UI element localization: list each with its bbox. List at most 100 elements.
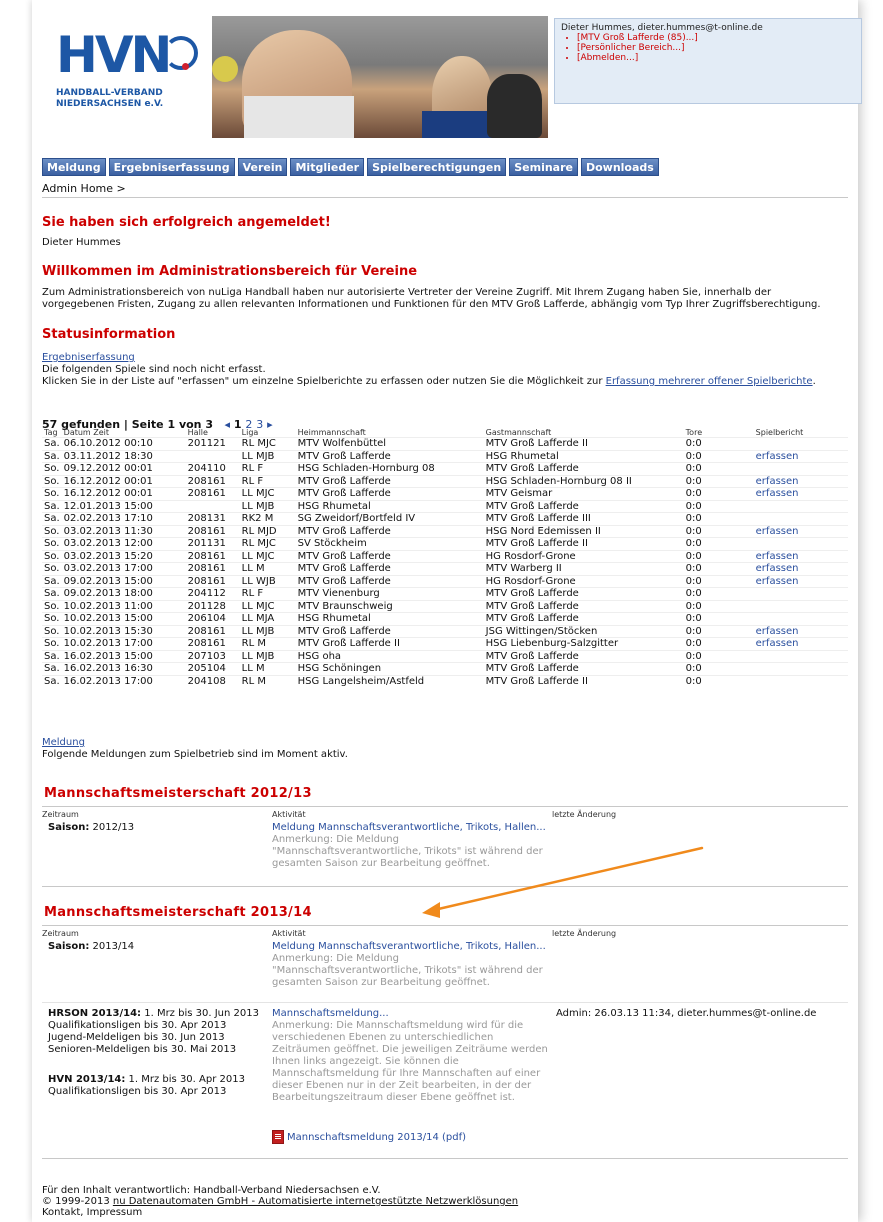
nav-ergebniserfassung[interactable]: Ergebniserfassung: [108, 158, 235, 176]
cell-spielbericht[interactable]: erfassen: [753, 637, 848, 650]
cell-spielbericht[interactable]: erfassen: [753, 449, 848, 463]
cell-tore: 0:0: [683, 449, 754, 463]
cell-spielbericht[interactable]: erfassen: [753, 562, 848, 575]
hrson-line-3: Jugend-Meldeligen bis 30. Jun 2013: [48, 1032, 225, 1043]
ms1213-col-aktivitaet: Aktivität: [272, 810, 306, 819]
logo-ball-icon: [182, 63, 189, 70]
nav-downloads[interactable]: Downloads: [580, 158, 659, 176]
cell-gast: HSG Liebenburg-Salzgitter: [483, 637, 684, 650]
ms1213-activity-link[interactable]: Meldung Mannschaftsverantwortliche, Trik…: [272, 822, 546, 834]
cell-spielbericht[interactable]: erfassen: [753, 474, 848, 488]
ms1314-activity-link[interactable]: Meldung Mannschaftsverantwortliche, Trik…: [272, 941, 546, 953]
cell-halle: 208161: [185, 624, 240, 638]
cell-tore: 0:0: [683, 612, 754, 625]
table-row: So. 03.02.2013 17:00 208161 LL M MTV Groß La…: [42, 562, 848, 575]
ms1213-note-1: Anmerkung: Die Meldung: [272, 834, 399, 845]
cell-liga: RL MJC: [239, 437, 296, 450]
mm-note-5: Mannschaftsmeldung für Ihre Mannschaften…: [272, 1068, 541, 1079]
status-line-2-end: .: [812, 376, 816, 387]
col-halle: Halle: [187, 428, 208, 437]
hvn-label: HVN 2013/14:: [48, 1074, 126, 1085]
mannschaftsmeldung-link[interactable]: Mannschaftsmeldung...: [272, 1008, 389, 1020]
cell-spielbericht: [753, 599, 848, 613]
ms1314-title: Mannschaftsmeisterschaft 2013/14: [44, 905, 312, 920]
status-title: Statusinformation: [42, 327, 176, 342]
cell-tag: Sa.: [42, 649, 62, 663]
ms1314-saison: Saison: 2013/14: [48, 941, 134, 953]
cell-halle: 208131: [185, 512, 240, 525]
pdf-link[interactable]: Mannschaftsmeldung 2013/14 (pdf): [272, 1130, 466, 1144]
success-title: Sie haben sich erfolgreich angemeldet!: [42, 215, 331, 230]
user-name: Dieter Hummes: [42, 237, 121, 248]
table-row: So. 10.02.2013 15:30 208161 LL MJB MTV Groß …: [42, 624, 848, 638]
status-line-1: Die folgenden Spiele sind noch nicht erf…: [42, 364, 266, 375]
cell-spielbericht[interactable]: erfassen: [753, 624, 848, 638]
col-gast: Gastmannschaft: [485, 428, 552, 437]
cell-halle: 208161: [185, 487, 240, 500]
logo-text: HVN: [56, 26, 172, 84]
player-shirt-image-2: [422, 111, 492, 138]
cell-halle: 204108: [185, 674, 240, 687]
mm-note-4: Ihnen links angezeigt. Sie können die: [272, 1056, 459, 1067]
cell-tore: 0:0: [683, 637, 754, 650]
cell-gast: HG Rosdorf-Grone: [483, 574, 684, 588]
ms1314-saison-value: 2013/14: [92, 941, 135, 952]
cell-tag: Sa.: [42, 587, 62, 600]
footer: Für den Inhalt verantwortlich: Handball-…: [42, 1185, 518, 1218]
cell-spielbericht[interactable]: erfassen: [753, 549, 848, 563]
cell-spielbericht: [753, 649, 848, 663]
breadcrumb[interactable]: Admin Home >: [42, 182, 126, 195]
cell-datum: 03.02.2013 11:30: [61, 524, 186, 538]
ms1314-saison-label: Saison:: [48, 941, 90, 952]
cell-gast: MTV Groß Lafferde II: [483, 537, 684, 550]
cell-halle: 208161: [185, 562, 240, 575]
nav-spielberechtigungen[interactable]: Spielberechtigungen: [367, 158, 507, 176]
cell-tore: 0:0: [683, 437, 754, 450]
hvn-logo[interactable]: HVN HANDBALL-VERBAND NIEDERSACHSEN e.V.: [42, 18, 198, 148]
cell-liga: RL M: [239, 637, 296, 650]
ergebniserfassung-link[interactable]: Ergebniserfassung: [42, 352, 135, 364]
nav-meldung[interactable]: Meldung: [42, 158, 106, 176]
handball-image: [212, 56, 238, 82]
hrson-line-4: Senioren-Meldeligen bis 30. Mai 2013: [48, 1044, 237, 1055]
table-row: Sa. 02.02.2013 17:10 208131 RK2 M SG Zweidor…: [42, 512, 848, 525]
meldung-link[interactable]: Meldung: [42, 737, 85, 749]
table-row: So. 10.02.2013 15:00 206104 LL MJA HSG Rhume…: [42, 612, 848, 625]
cell-spielbericht[interactable]: erfassen: [753, 524, 848, 538]
logo-sub-line1: HANDBALL-VERBAND: [56, 88, 163, 98]
cell-tore: 0:0: [683, 487, 754, 500]
cell-spielbericht[interactable]: erfassen: [753, 487, 848, 500]
cell-halle: 208161: [185, 474, 240, 488]
hvn-value: 1. Mrz bis 30. Apr 2013: [128, 1074, 245, 1085]
player-image-3: [487, 74, 542, 138]
cell-halle: 201128: [185, 599, 240, 613]
footer-contact[interactable]: Kontakt, Impressum: [42, 1207, 518, 1218]
mm-note-3: Zeiträumen geöffnet. Die jeweiligen Zeit…: [272, 1044, 548, 1055]
cell-tag: Sa.: [42, 662, 62, 675]
cell-spielbericht[interactable]: erfassen: [753, 574, 848, 588]
nav-mitglieder[interactable]: Mitglieder: [290, 158, 365, 176]
ms1213-saison-label: Saison:: [48, 822, 90, 833]
cell-tag: Sa.: [42, 499, 62, 513]
club-link[interactable]: [MTV Groß Lafferde (85)...]: [577, 33, 698, 43]
cell-liga: RL MJD: [239, 524, 296, 538]
logout-link[interactable]: [Abmelden...]: [577, 53, 698, 63]
cell-tag: Sa.: [42, 674, 62, 687]
cell-datum: 02.02.2013 17:10: [61, 512, 186, 525]
cell-heim: MTV Groß Lafferde: [295, 474, 484, 488]
personal-area-link[interactable]: [Persönlicher Bereich...]: [577, 43, 698, 53]
status-line-2: Klicken Sie in der Liste auf "erfassen" …: [42, 376, 816, 388]
cell-tore: 0:0: [683, 537, 754, 550]
cell-tag: So.: [42, 637, 62, 650]
cell-tore: 0:0: [683, 574, 754, 588]
nav-verein[interactable]: Verein: [237, 158, 288, 176]
col-tore: Tore: [685, 428, 703, 437]
ms1213-divider: [42, 806, 848, 807]
nav-seminare[interactable]: Seminare: [509, 158, 578, 176]
cell-datum: 09.12.2012 00:01: [61, 462, 186, 475]
cell-tore: 0:0: [683, 649, 754, 663]
cell-halle: [185, 499, 240, 513]
bulk-entry-link[interactable]: Erfassung mehrerer offener Spielberichte: [606, 376, 813, 387]
cell-tag: So.: [42, 474, 62, 488]
footer-company-link[interactable]: nu Datenautomaten GmbH - Automatisierte …: [113, 1196, 518, 1207]
